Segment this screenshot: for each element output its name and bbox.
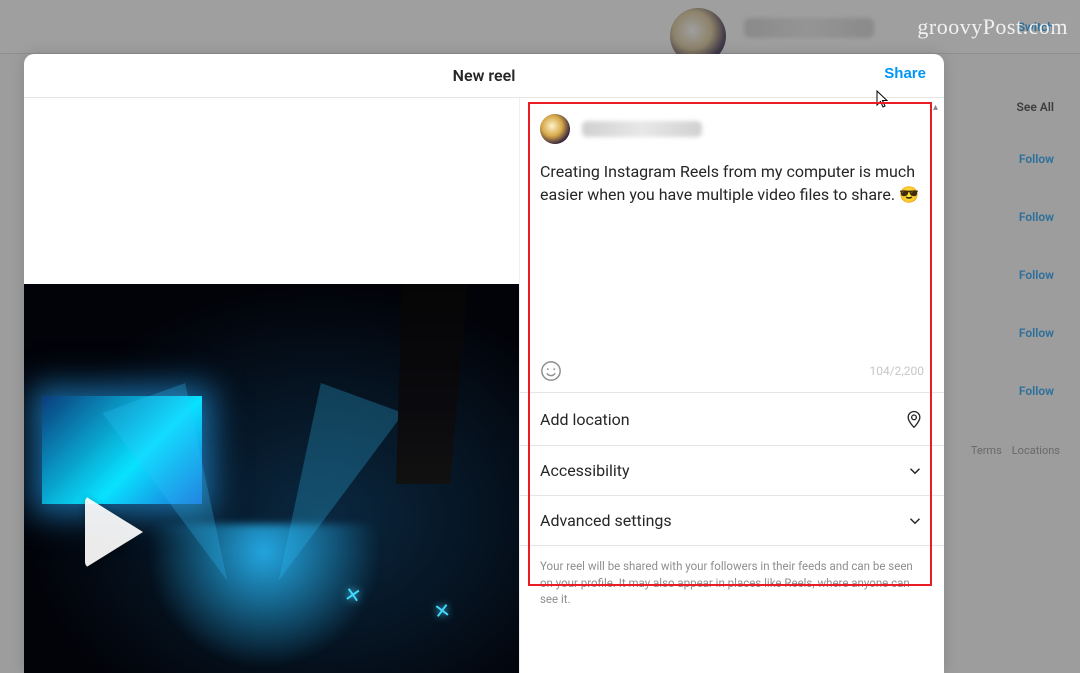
modal-title: New reel: [453, 66, 516, 85]
advanced-settings-row[interactable]: Advanced settings: [520, 495, 944, 545]
footer-links: Terms Locations: [971, 444, 1060, 457]
new-reel-modal: New reel Share ✕✕ ▴ Creating Instagr: [24, 54, 944, 673]
chevron-down-icon: [906, 462, 924, 480]
author-row: [520, 98, 944, 150]
follow-link[interactable]: Follow: [1019, 384, 1054, 398]
chevron-down-icon: [906, 512, 924, 530]
add-location-label: Add location: [540, 410, 630, 429]
footer-locations[interactable]: Locations: [1012, 444, 1060, 457]
profile-username: [744, 18, 874, 38]
follow-link[interactable]: Follow: [1019, 210, 1054, 224]
video-preview[interactable]: ✕✕: [24, 98, 519, 673]
footer-terms[interactable]: Terms: [971, 444, 1002, 457]
advanced-settings-label: Advanced settings: [540, 511, 672, 530]
accessibility-row[interactable]: Accessibility: [520, 445, 944, 495]
emoji-picker-icon[interactable]: [540, 360, 562, 382]
scrollbar-up-icon[interactable]: ▴: [933, 102, 941, 110]
caption-input[interactable]: Creating Instagram Reels from my compute…: [520, 150, 944, 360]
char-count: 104/2,200: [869, 364, 924, 378]
see-all-link[interactable]: See All: [1017, 100, 1054, 114]
follow-link[interactable]: Follow: [1019, 152, 1054, 166]
share-disclaimer: Your reel will be shared with your follo…: [520, 545, 944, 608]
add-location-row[interactable]: Add location: [520, 392, 944, 445]
author-username: [582, 121, 702, 137]
follow-link[interactable]: Follow: [1019, 268, 1054, 282]
accessibility-label: Accessibility: [540, 461, 630, 480]
location-pin-icon: [904, 408, 924, 430]
watermark: groovyPost.com: [917, 14, 1068, 40]
follow-link[interactable]: Follow: [1019, 326, 1054, 340]
author-avatar: [540, 114, 570, 144]
share-button[interactable]: Share: [884, 65, 926, 82]
modal-header: New reel Share: [24, 54, 944, 98]
play-icon[interactable]: [74, 492, 154, 572]
reel-details-panel: ▴ Creating Instagram Reels from my compu…: [519, 98, 944, 673]
